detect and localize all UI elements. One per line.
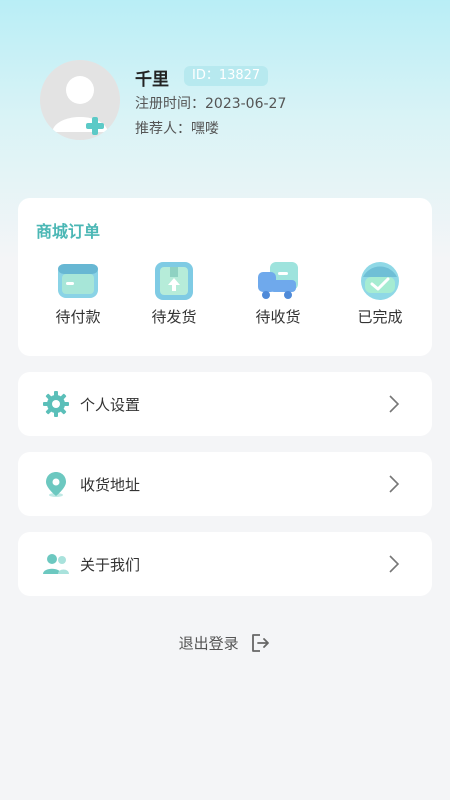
- register-time: 注册时间：2023-06-27: [135, 96, 287, 112]
- profile-section: 千里 ID：13827 注册时间：2023-06-27 推荐人：嘿喽: [40, 60, 420, 140]
- wallet-icon: [58, 264, 98, 298]
- order-label: 待付款: [55, 308, 101, 326]
- order-pending-payment[interactable]: 待付款: [38, 260, 118, 327]
- add-badge-icon: [86, 117, 104, 135]
- menu-label: 关于我们: [80, 556, 141, 574]
- order-label: 待发货: [151, 308, 197, 326]
- menu-personal-settings[interactable]: 个人设置: [18, 372, 432, 436]
- logout-label: 退出登录: [178, 634, 239, 653]
- chevron-right-icon: [389, 395, 400, 413]
- orders-title: 商城订单: [36, 222, 101, 241]
- order-completed[interactable]: 已完成: [340, 260, 420, 327]
- referrer: 推荐人：嘿喽: [135, 121, 219, 137]
- menu-label: 收货地址: [80, 476, 141, 494]
- gear-icon: [43, 391, 69, 417]
- check-icon: [361, 262, 399, 300]
- orders-card: 商城订单 待付款 待发货 待收货 已完成: [18, 198, 432, 356]
- order-label: 已完成: [357, 308, 403, 326]
- order-pending-receipt[interactable]: 待收货: [238, 260, 318, 327]
- menu-label: 个人设置: [80, 396, 141, 414]
- chevron-right-icon: [389, 555, 400, 573]
- truck-icon: [258, 262, 298, 299]
- order-pending-shipment[interactable]: 待发货: [134, 260, 214, 327]
- menu-about-us[interactable]: 关于我们: [18, 532, 432, 596]
- logout-icon: [252, 634, 270, 652]
- user-name: 千里: [135, 70, 169, 90]
- order-label: 待收货: [255, 308, 301, 326]
- package-icon: [155, 262, 193, 300]
- users-icon: [43, 554, 69, 574]
- location-pin-icon: [46, 472, 66, 497]
- logout-button[interactable]: 退出登录: [0, 632, 450, 654]
- menu-shipping-address[interactable]: 收货地址: [18, 452, 432, 516]
- avatar[interactable]: [40, 60, 120, 140]
- user-id-badge: ID：13827: [184, 66, 269, 86]
- chevron-right-icon: [389, 475, 400, 493]
